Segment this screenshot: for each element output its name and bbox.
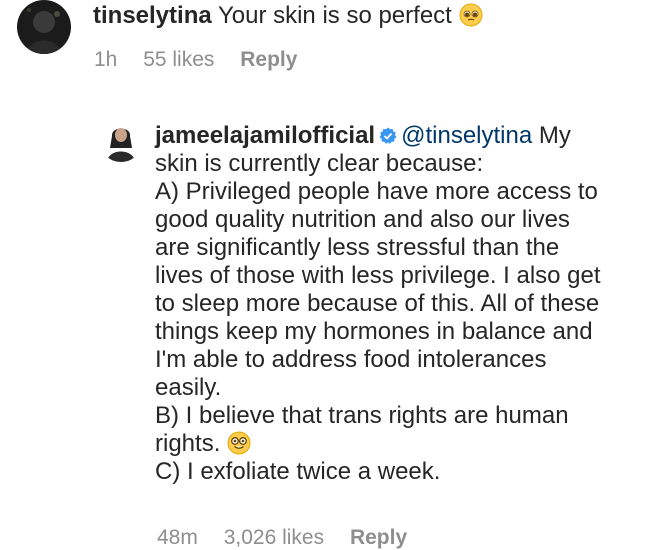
comment-username[interactable]: jameelajamilofficial — [155, 122, 375, 149]
mention-link[interactable]: @tinselytina — [401, 122, 532, 149]
comment-line: skin is currently clear because: — [155, 150, 484, 177]
comment-body: tinselytina Your skin is so perfect — [93, 2, 483, 30]
comment-line: lives of those with less privilege. I al… — [155, 262, 601, 289]
comment-likes[interactable]: 55 likes — [143, 48, 214, 71]
pleading-face-emoji-icon — [459, 3, 483, 27]
comment-line: I'm able to address food intolerances — [155, 346, 547, 373]
comment-meta: 48m 3,026 likes Reply — [157, 526, 427, 550]
comment-likes[interactable]: 3,026 likes — [224, 526, 324, 549]
reply-comment-body: jameelajamilofficial @tinselytina My skin… — [155, 122, 655, 486]
comment-line: easily. — [155, 374, 222, 401]
verified-badge-icon — [379, 124, 397, 144]
avatar[interactable] — [17, 0, 71, 54]
comment-line: C) I exfoliate twice a week. — [155, 458, 441, 485]
reply-button[interactable]: Reply — [240, 48, 297, 71]
comment-line: My — [538, 122, 571, 149]
reply-button[interactable]: Reply — [350, 526, 407, 549]
comment-username[interactable]: tinselytina — [93, 2, 212, 29]
comment-line: rights. — [155, 430, 221, 457]
comment-time: 48m — [157, 526, 198, 549]
comment-meta: 1h 55 likes Reply — [94, 48, 317, 72]
avatar[interactable] — [99, 118, 143, 162]
comment-line: good quality nutrition and also our live… — [155, 206, 570, 233]
comment-line: A) Privileged people have more access to — [155, 178, 598, 205]
comment-line: to sleep more because of this. All of th… — [155, 290, 600, 317]
comment-line: B) I believe that trans rights are human — [155, 402, 569, 429]
comment-line: things keep my hormones in balance and — [155, 318, 593, 345]
comment-line: are significantly less stressful than th… — [155, 234, 560, 261]
comment-time: 1h — [94, 48, 118, 71]
nerd-face-emoji-icon — [227, 431, 251, 455]
comment-text: Your skin is so perfect — [217, 2, 452, 29]
